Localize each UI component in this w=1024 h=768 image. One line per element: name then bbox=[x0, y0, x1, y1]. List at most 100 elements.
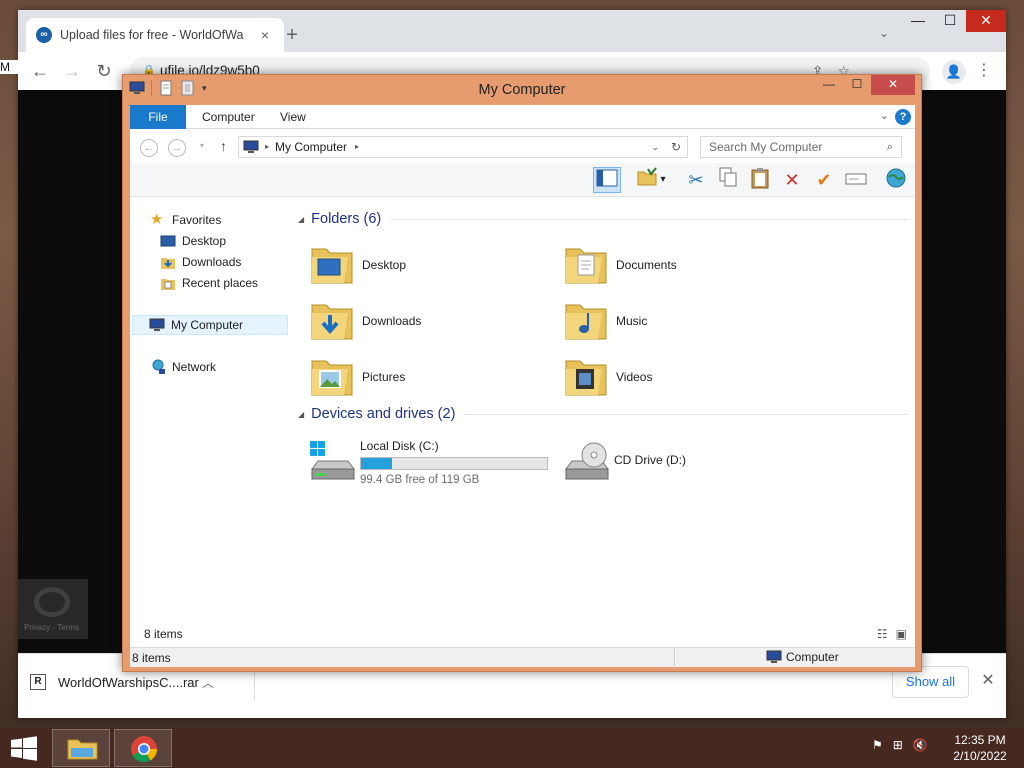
documents-folder-icon bbox=[565, 248, 607, 284]
preview-pane-icon[interactable] bbox=[593, 167, 621, 193]
folder-tile-pictures[interactable]: Pictures bbox=[308, 351, 558, 403]
delete-icon[interactable]: ✕ bbox=[778, 167, 806, 193]
reload-button[interactable]: ↻ bbox=[88, 55, 120, 87]
folder-tile-downloads[interactable]: Downloads bbox=[308, 295, 558, 347]
drive-tile-d[interactable]: CD Drive (D:) bbox=[562, 437, 812, 489]
minimize-button[interactable]: — bbox=[902, 10, 934, 32]
search-input[interactable]: Search My Computer ⌕ bbox=[700, 136, 902, 158]
command-bar: ▾ ✂ ✕ ✔ bbox=[130, 163, 915, 197]
taskbar: ⚑ ⊞ 🔇 12:35 PM 2/10/2022 bbox=[0, 728, 1024, 768]
explorer-title: My Computer bbox=[478, 82, 566, 98]
recaptcha-text: Privacy - Terms bbox=[24, 623, 79, 632]
folder-name: Documents bbox=[616, 258, 677, 272]
start-button[interactable] bbox=[0, 728, 48, 768]
folder-tile-desktop[interactable]: Desktop bbox=[308, 239, 558, 291]
network-icon bbox=[152, 359, 165, 374]
tab-search-icon[interactable]: ⌄ bbox=[874, 26, 894, 46]
file-explorer-icon bbox=[67, 739, 98, 760]
maximize-button[interactable]: ☐ bbox=[934, 10, 966, 32]
recaptcha-badge[interactable]: Privacy - Terms bbox=[18, 579, 88, 639]
address-box[interactable]: ▸ My Computer ▸ ⌄ ↻ bbox=[238, 136, 688, 158]
chevron-down-icon[interactable]: ⌄ bbox=[880, 109, 889, 122]
status-separator bbox=[674, 648, 675, 668]
paste-icon[interactable] bbox=[746, 167, 774, 193]
clock-time: 12:35 PM bbox=[954, 733, 1006, 747]
nav-network[interactable]: Network bbox=[150, 357, 216, 377]
address-row: ← → ▾ ↑ ▸ My Computer ▸ ⌄ ↻ Search My Co… bbox=[130, 129, 915, 163]
taskbar-clock[interactable]: 12:35 PM 2/10/2022 bbox=[944, 732, 1016, 764]
tab-strip: ∞ Upload files for free - WorldOfWa × + … bbox=[18, 10, 1006, 52]
tab-file[interactable]: File bbox=[130, 105, 186, 129]
folder-name: Videos bbox=[616, 370, 653, 384]
pictures-folder-icon bbox=[311, 360, 353, 396]
volume-muted-icon[interactable]: 🔇 bbox=[913, 738, 928, 752]
profile-icon[interactable]: 👤 bbox=[942, 60, 966, 84]
download-item[interactable]: R WorldOfWarshipsC....rar ︿ bbox=[30, 668, 218, 696]
large-icons-view-icon[interactable]: ▣ bbox=[896, 627, 907, 641]
folders-group-header[interactable]: ◢ Folders (6) bbox=[298, 209, 908, 229]
close-button[interactable]: ✕ bbox=[871, 75, 915, 95]
search-placeholder: Search My Computer bbox=[709, 140, 823, 154]
help-icon[interactable]: ? bbox=[895, 109, 911, 125]
new-tab-button[interactable]: + bbox=[278, 24, 306, 48]
drive-name: CD Drive (D:) bbox=[614, 453, 686, 467]
globe-icon[interactable] bbox=[882, 167, 910, 193]
copy-icon[interactable] bbox=[714, 167, 742, 193]
recaptcha-icon bbox=[34, 587, 70, 617]
tab-computer[interactable]: Computer bbox=[188, 105, 269, 129]
download-shelf-close-icon[interactable]: ✕ bbox=[976, 666, 1000, 698]
taskbar-file-explorer[interactable] bbox=[52, 729, 110, 767]
back-button[interactable]: ← bbox=[24, 55, 56, 87]
clock-date: 2/10/2022 bbox=[953, 749, 1007, 763]
recent-locations-dropdown-icon[interactable]: ▾ bbox=[200, 141, 204, 150]
ribbon-tabs: File Computer View ⌄ ? bbox=[130, 105, 915, 129]
checkmark-icon[interactable]: ✔ bbox=[810, 167, 838, 193]
downloads-icon bbox=[161, 258, 175, 269]
chrome-menu-icon[interactable]: ⋮ bbox=[974, 60, 994, 84]
nav-recent-places[interactable]: Recent places bbox=[160, 273, 258, 293]
desktop-icon bbox=[160, 235, 176, 247]
folder-tile-documents[interactable]: Documents bbox=[562, 239, 812, 291]
devices-group-header[interactable]: ◢ Devices and drives (2) bbox=[298, 404, 908, 424]
forward-button[interactable]: → bbox=[56, 55, 88, 87]
chevron-up-icon[interactable]: ︿ bbox=[198, 674, 218, 691]
chevron-right-icon[interactable]: ▸ bbox=[265, 137, 269, 157]
browser-window-controls: — ☐ ✕ bbox=[902, 10, 1006, 32]
folder-tile-videos[interactable]: Videos bbox=[562, 351, 812, 403]
browser-tab[interactable]: ∞ Upload files for free - WorldOfWa × bbox=[26, 18, 284, 52]
refresh-icon[interactable]: ↻ bbox=[671, 137, 681, 157]
nav-favorites[interactable]: ★ Favorites bbox=[150, 210, 221, 230]
system-tray: ⚑ ⊞ 🔇 bbox=[872, 738, 928, 752]
explorer-window-controls: — ☐ ✕ bbox=[815, 75, 915, 95]
close-button[interactable]: ✕ bbox=[966, 10, 1006, 32]
tab-view[interactable]: View bbox=[266, 105, 320, 129]
network-status-icon[interactable]: ⊞ bbox=[893, 738, 903, 752]
nav-my-computer[interactable]: My Computer bbox=[132, 315, 288, 335]
nav-downloads[interactable]: Downloads bbox=[160, 252, 241, 272]
address-dropdown-icon[interactable]: ⌄ bbox=[651, 137, 659, 157]
star-icon: ★ bbox=[150, 211, 164, 228]
tab-close-button[interactable]: × bbox=[256, 27, 274, 43]
explorer-titlebar[interactable]: ▾ My Computer — ☐ ✕ bbox=[123, 75, 921, 105]
cut-icon[interactable]: ✂ bbox=[682, 167, 710, 193]
collapse-arrow-icon[interactable]: ◢ bbox=[298, 215, 304, 224]
back-arrow-icon[interactable]: ← bbox=[140, 139, 158, 157]
select-dropdown-icon[interactable]: ▾ bbox=[656, 167, 670, 193]
computer-icon bbox=[766, 650, 782, 663]
chevron-right-icon[interactable]: ▸ bbox=[355, 137, 359, 157]
left-edge-text: M bbox=[0, 60, 18, 74]
maximize-button[interactable]: ☐ bbox=[843, 75, 871, 95]
minimize-button[interactable]: — bbox=[815, 75, 843, 95]
status-item-count: 8 items bbox=[132, 651, 171, 665]
taskbar-chrome[interactable] bbox=[114, 729, 172, 767]
rename-icon[interactable] bbox=[842, 167, 870, 193]
folder-tile-music[interactable]: Music bbox=[562, 295, 812, 347]
nav-desktop[interactable]: Desktop bbox=[160, 231, 226, 251]
up-arrow-icon[interactable]: ↑ bbox=[220, 138, 227, 154]
details-view-icon[interactable]: ☷ bbox=[877, 627, 888, 641]
forward-arrow-icon[interactable]: → bbox=[168, 139, 186, 157]
action-center-flag-icon[interactable]: ⚑ bbox=[872, 738, 883, 752]
collapse-arrow-icon[interactable]: ◢ bbox=[298, 410, 304, 419]
drive-tile-c[interactable]: Local Disk (C:) 99.4 GB free of 119 GB bbox=[308, 437, 558, 489]
nav-label: Downloads bbox=[182, 255, 242, 269]
